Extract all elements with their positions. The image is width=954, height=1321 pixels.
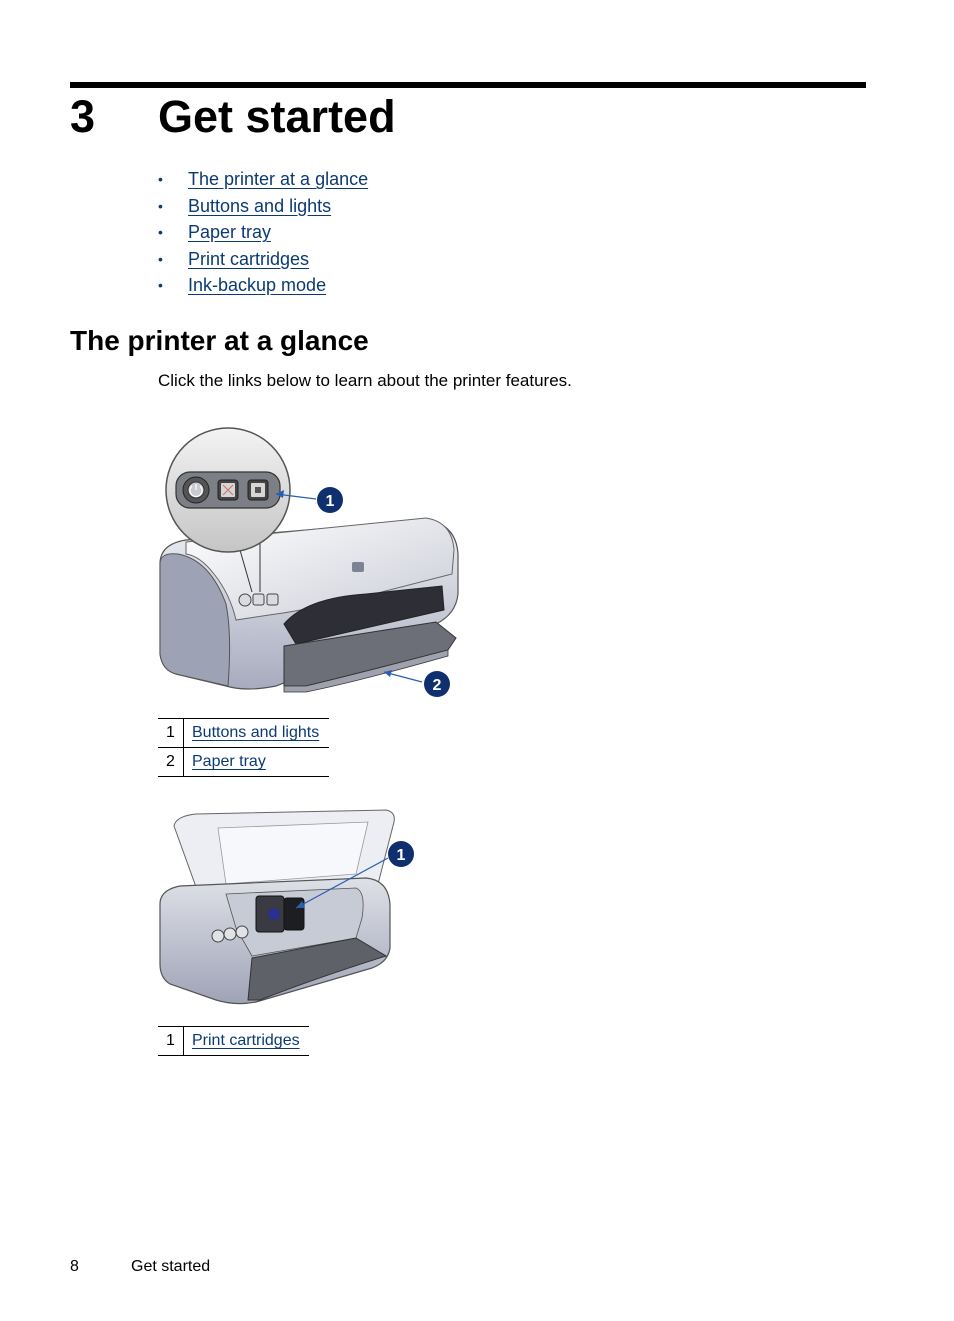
legend-number: 1 [158,1026,184,1056]
toc-link-buttons-and-lights[interactable]: Buttons and lights [188,193,331,219]
chapter-number: 3 [70,91,96,142]
figure2-legend-table: 1 Print cartridges [158,1026,309,1056]
section-intro: Click the links below to learn about the… [158,371,572,390]
toc-link-paper-tray[interactable]: Paper tray [188,219,271,245]
callout-1-label: 1 [326,493,335,510]
toc-link-printer-at-a-glance[interactable]: The printer at a glance [188,166,368,192]
table-row: 1 Print cartridges [158,1026,309,1056]
figure1-legend-table: 1 Buttons and lights 2 Paper tray [158,718,329,777]
section-title: The printer at a glance [70,325,369,356]
legend-link-print-cartridges[interactable]: Print cartridges [192,1032,300,1049]
printer-exterior-illustration: 1 2 [159,427,459,697]
hp-logo [352,562,364,572]
callout-1-label: 1 [397,847,406,864]
toc-link-ink-backup-mode[interactable]: Ink-backup mode [188,272,326,298]
bullet-icon: • [158,197,163,214]
legend-number: 1 [158,718,184,748]
table-row: 2 Paper tray [158,747,329,777]
printer-open-illustration: 1 [159,809,414,1005]
page-number: 8 [70,1258,79,1275]
callout-2-label: 2 [433,677,442,694]
legend-link-paper-tray[interactable]: Paper tray [192,753,266,770]
chapter-title: Get started [158,91,396,142]
chapter-rule [70,82,866,88]
bullet-icon: • [158,277,163,293]
legend-number: 2 [158,747,184,777]
printer-exterior-figure: 1 2 [156,424,462,704]
footer-chapter-title: Get started [131,1258,211,1275]
printer-cartridges-figure: 1 [156,808,416,1006]
toc-link-print-cartridges[interactable]: Print cartridges [188,246,309,272]
bullet-icon: • [158,171,163,187]
table-row: 1 Buttons and lights [158,718,329,748]
legend-link-buttons-and-lights[interactable]: Buttons and lights [192,724,319,741]
bullet-icon: • [158,224,163,240]
bullet-icon: • [158,250,163,267]
